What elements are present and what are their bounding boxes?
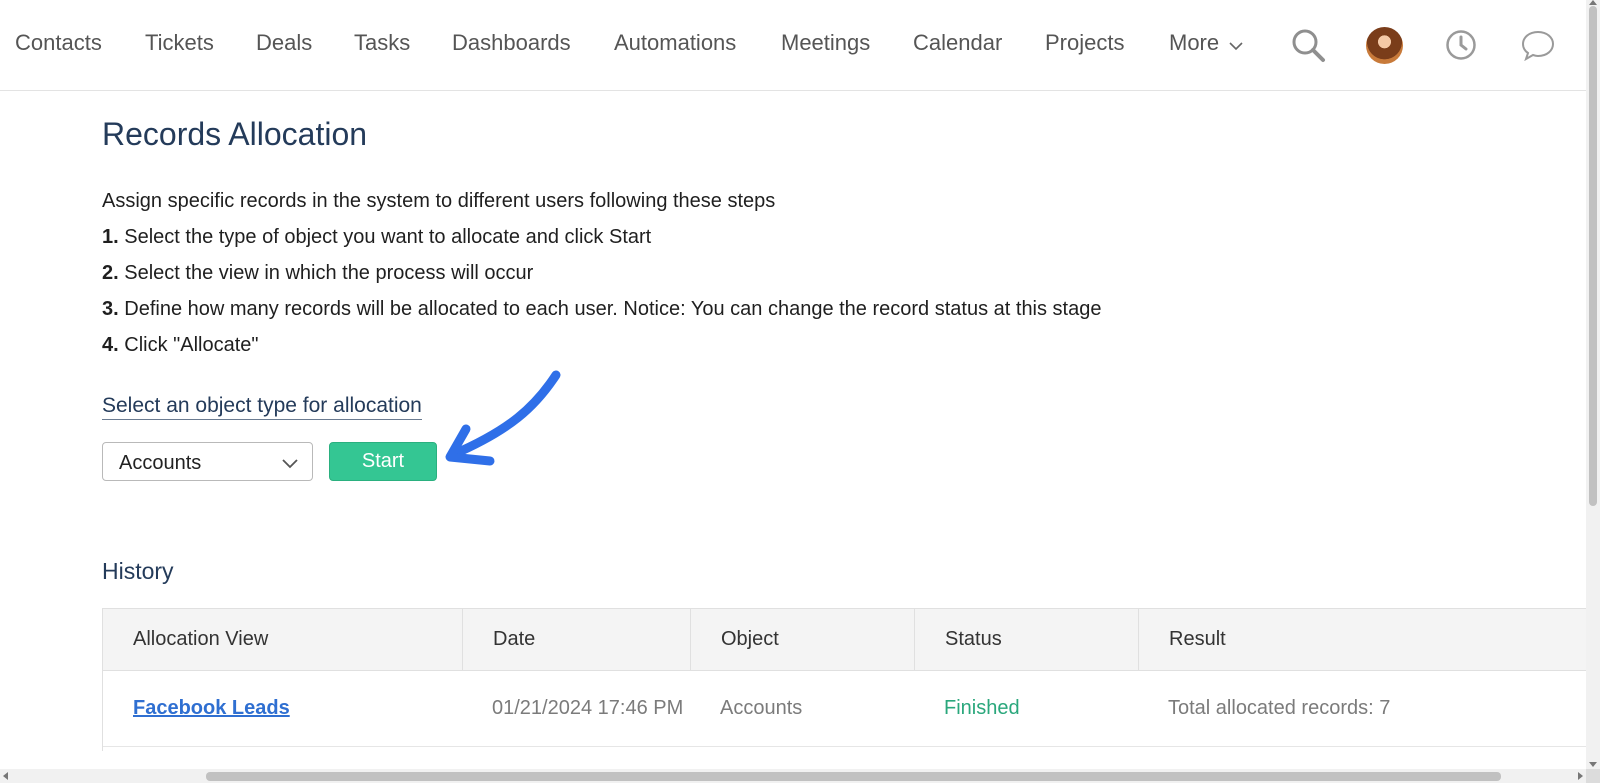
column-header-object[interactable]: Object [690, 609, 914, 670]
step-number: 3. [102, 298, 119, 320]
nav-more-menu[interactable]: More [1169, 30, 1243, 57]
nav-item-tasks[interactable]: Tasks [354, 30, 410, 56]
step-1: 1. Select the type of object you want to… [102, 226, 651, 249]
vertical-scrollbar[interactable] [1586, 0, 1600, 769]
column-header-result[interactable]: Result [1138, 609, 1587, 670]
step-number: 2. [102, 262, 119, 284]
avatar[interactable] [1366, 27, 1403, 64]
scroll-left-icon[interactable] [3, 772, 8, 780]
chevron-down-icon [282, 456, 298, 474]
start-button[interactable]: Start [329, 442, 437, 481]
nav-item-automations[interactable]: Automations [614, 30, 736, 56]
step-text: Select the view in which the process wil… [124, 262, 534, 284]
vertical-scroll-thumb[interactable] [1589, 6, 1597, 506]
annotation-arrow-icon [440, 365, 570, 480]
scroll-up-icon[interactable] [1589, 0, 1597, 5]
row-object: Accounts [720, 697, 803, 719]
allocation-view-link[interactable]: Facebook Leads [103, 671, 462, 746]
step-text: Select the type of object you want to al… [124, 226, 652, 248]
column-header-allocation-view[interactable]: Allocation View [103, 609, 462, 670]
nav-item-contacts[interactable]: Contacts [15, 30, 102, 56]
scroll-down-icon[interactable] [1589, 762, 1597, 767]
step-number: 4. [102, 334, 119, 356]
row-status: Finished [944, 697, 1020, 719]
row-date: 01/21/2024 17:46 PM [492, 697, 684, 719]
nav-item-dashboards[interactable]: Dashboards [452, 30, 571, 56]
column-header-date[interactable]: Date [462, 609, 690, 670]
horizontal-scrollbar[interactable] [0, 769, 1586, 783]
step-4: 4. Click "Allocate" [102, 334, 259, 357]
chat-icon[interactable] [1521, 29, 1555, 66]
nav-item-projects[interactable]: Projects [1045, 30, 1124, 56]
step-number: 1. [102, 226, 119, 248]
history-title: History [102, 558, 174, 584]
nav-item-deals[interactable]: Deals [256, 30, 312, 56]
column-header-status[interactable]: Status [914, 609, 1138, 670]
table-header: Allocation View Date Object Status Resul… [103, 609, 1587, 671]
nav-item-tickets[interactable]: Tickets [145, 30, 214, 56]
chevron-down-icon [1229, 31, 1243, 57]
search-icon[interactable] [1290, 27, 1326, 68]
step-text: Click "Allocate" [124, 334, 259, 356]
clock-icon[interactable] [1445, 29, 1477, 66]
nav-more-label: More [1169, 30, 1220, 55]
object-type-label: Select an object type for allocation [102, 394, 422, 420]
intro-text: Assign specific records in the system to… [102, 190, 776, 212]
object-type-select[interactable]: Accounts [102, 442, 313, 481]
table-row: Facebook Leads 01/21/2024 17:46 PM Accou… [103, 671, 1587, 747]
history-table: Allocation View Date Object Status Resul… [102, 608, 1587, 751]
selected-object-type: Accounts [119, 452, 202, 474]
nav-item-calendar[interactable]: Calendar [913, 30, 1002, 56]
scrollbar-corner [1586, 769, 1600, 783]
step-text: Define how many records will be allocate… [124, 298, 1102, 320]
step-3: 3. Define how many records will be alloc… [102, 298, 1102, 321]
scroll-right-icon[interactable] [1578, 772, 1583, 780]
horizontal-scroll-thumb[interactable] [206, 772, 1501, 781]
page-title: Records Allocation [102, 116, 368, 152]
top-navigation: Contacts Tickets Deals Tasks Dashboards … [0, 0, 1586, 91]
step-2: 2. Select the view in which the process … [102, 262, 533, 285]
row-result: Total allocated records: 7 [1168, 697, 1391, 719]
nav-item-meetings[interactable]: Meetings [781, 30, 870, 56]
